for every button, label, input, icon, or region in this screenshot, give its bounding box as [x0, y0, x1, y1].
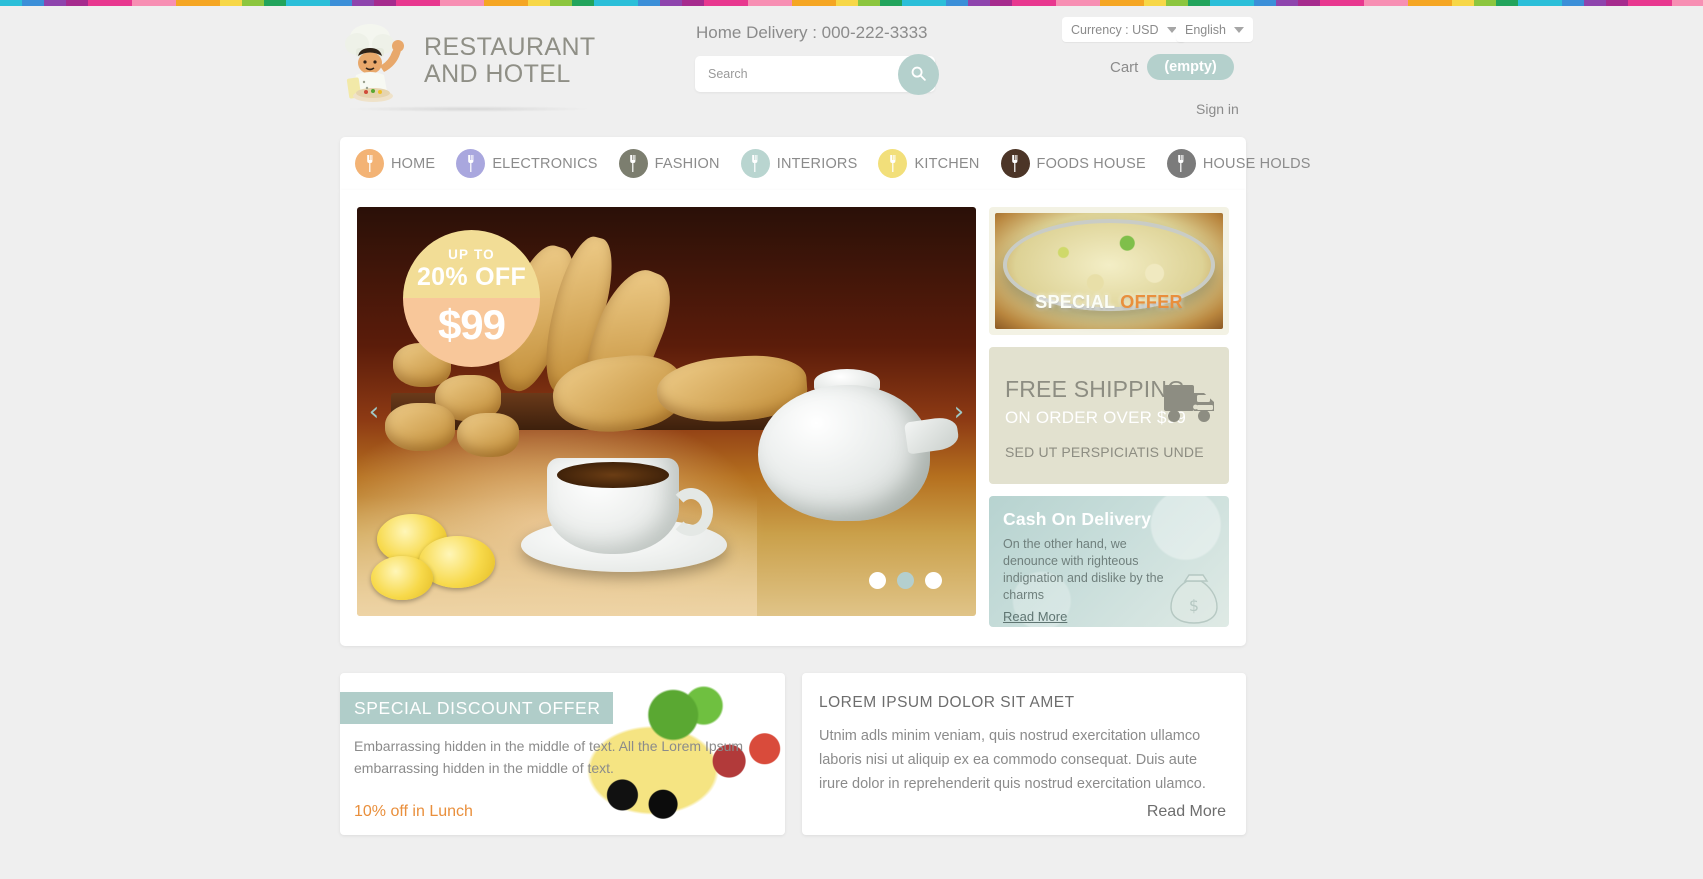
- special-offer-word2: OFFER: [1120, 292, 1183, 312]
- nav-item-house-holds[interactable]: HOUSE HOLDS: [1166, 149, 1311, 178]
- currency-label: Currency : USD: [1071, 22, 1159, 37]
- svg-text:$: $: [1189, 596, 1199, 615]
- fork-icon: [355, 149, 384, 178]
- lorem-read-more-link[interactable]: Read More: [1147, 803, 1226, 821]
- main-nav: HOME ELECTRONICS FASHION INTERIORS KITCH…: [340, 137, 1310, 190]
- lorem-card: LOREM IPSUM DOLOR SIT AMET Utnim adls mi…: [802, 673, 1246, 835]
- hero-block: UP TO 20% OFF $99 ‹ › SPECIAL OFFER FREE…: [340, 190, 1246, 646]
- slider-dot[interactable]: [925, 572, 942, 589]
- nav-item-fashion[interactable]: FASHION: [618, 149, 720, 178]
- lorem-title: LOREM IPSUM DOLOR SIT AMET: [819, 694, 1075, 711]
- cart-label: Cart: [1110, 58, 1139, 76]
- cart-block[interactable]: Cart (empty): [1110, 54, 1234, 80]
- discount-banner: SPECIAL DISCOUNT OFFER: [340, 692, 613, 724]
- lorem-body: Utnim adls minim veniam, quis nostrud ex…: [819, 728, 1206, 792]
- nav-item-interiors[interactable]: INTERIORS: [740, 149, 858, 178]
- nav-item-kitchen[interactable]: KITCHEN: [878, 149, 979, 178]
- free-shipping-card: FREE SHIPPING ON ORDER OVER $99 SED UT P…: [989, 347, 1229, 484]
- language-selector[interactable]: English: [1176, 17, 1253, 42]
- logo-underline: [348, 106, 588, 112]
- logo[interactable]: RESTAURANT AND HOTEL: [340, 20, 596, 102]
- logo-line-1: RESTAURANT: [424, 33, 596, 61]
- hero-slider[interactable]: UP TO 20% OFF $99 ‹ ›: [357, 207, 976, 616]
- cod-read-more-link[interactable]: Read More: [1003, 609, 1067, 624]
- fork-icon: [618, 149, 648, 178]
- chef-icon: [340, 20, 418, 102]
- special-offer-word1: SPECIAL: [1035, 292, 1115, 312]
- logo-text: RESTAURANT AND HOTEL: [424, 34, 596, 88]
- slider-next-arrow-icon[interactable]: ›: [946, 399, 972, 425]
- fork-icon: [740, 149, 770, 178]
- nav-label: INTERIORS: [776, 155, 858, 172]
- bottom-row: SPECIAL DISCOUNT OFFER Embarrassing hidd…: [340, 673, 1246, 835]
- money-bag-icon: $: [1165, 571, 1223, 625]
- nav-label: HOUSE HOLDS: [1202, 155, 1311, 172]
- special-offer-text: SPECIAL OFFER: [989, 292, 1229, 313]
- sign-in-link[interactable]: Sign in: [1196, 101, 1239, 117]
- site-header: RESTAURANT AND HOTEL Home Delivery : 000…: [340, 6, 1253, 137]
- cod-title: Cash On Delivery: [1003, 509, 1152, 529]
- delivery-phone: Home Delivery : 000-222-3333: [696, 23, 928, 42]
- promo-upto: UP TO: [448, 246, 495, 262]
- currency-selector[interactable]: Currency : USD: [1062, 17, 1186, 42]
- slider-dots: [869, 572, 942, 589]
- nav-item-electronics[interactable]: ELECTRONICS: [456, 149, 597, 178]
- chevron-down-icon: [1234, 26, 1244, 33]
- fork-icon: [456, 149, 486, 178]
- nav-item-foods-house[interactable]: FOODS HOUSE: [1000, 149, 1146, 178]
- nav-item-home[interactable]: HOME: [355, 149, 435, 178]
- language-label: English: [1185, 22, 1226, 37]
- truck-icon: [1164, 383, 1216, 425]
- nav-label: FASHION: [654, 155, 720, 172]
- slider-dot-active[interactable]: [897, 572, 914, 589]
- search-button[interactable]: [898, 54, 939, 95]
- discount-banner-text: SPECIAL DISCOUNT OFFER: [354, 697, 601, 718]
- slider-prev-arrow-icon[interactable]: ‹: [361, 399, 387, 425]
- shipping-line-3: SED UT PERSPICIATIS UNDE: [1005, 444, 1204, 460]
- promo-price: $99: [437, 301, 506, 348]
- special-discount-card: SPECIAL DISCOUNT OFFER Embarrassing hidd…: [340, 673, 785, 835]
- fork-icon: [1000, 149, 1030, 178]
- fork-icon: [1166, 149, 1196, 178]
- nav-label: KITCHEN: [914, 155, 980, 172]
- search-box: [695, 54, 939, 95]
- content-wrapper: RESTAURANT AND HOTEL Home Delivery : 000…: [340, 6, 1310, 835]
- nav-label: FOODS HOUSE: [1036, 155, 1146, 172]
- hero-side-column: SPECIAL OFFER FREE SHIPPING ON ORDER OVE…: [989, 207, 1229, 627]
- cart-badge[interactable]: (empty): [1147, 54, 1234, 80]
- promo-percent: 20% OFF: [416, 262, 527, 291]
- discount-cta[interactable]: 10% off in Lunch: [354, 803, 473, 821]
- discount-body: Embarrassing hidden in the middle of tex…: [354, 738, 744, 776]
- special-offer-card[interactable]: SPECIAL OFFER: [989, 207, 1229, 335]
- cash-on-delivery-card: Cash On Delivery On the other hand, we d…: [989, 496, 1229, 627]
- nav-label: ELECTRONICS: [492, 155, 598, 172]
- page-root: RESTAURANT AND HOTEL Home Delivery : 000…: [0, 0, 1703, 879]
- search-input[interactable]: [708, 56, 888, 92]
- fork-icon: [878, 149, 908, 178]
- slider-dot[interactable]: [869, 572, 886, 589]
- logo-line-2: AND HOTEL: [424, 60, 571, 88]
- promo-badge: UP TO 20% OFF $99: [403, 230, 540, 367]
- nav-label: HOME: [391, 155, 436, 172]
- search-icon: [910, 65, 927, 85]
- cod-body: On the other hand, we denounce with righ…: [1003, 537, 1164, 602]
